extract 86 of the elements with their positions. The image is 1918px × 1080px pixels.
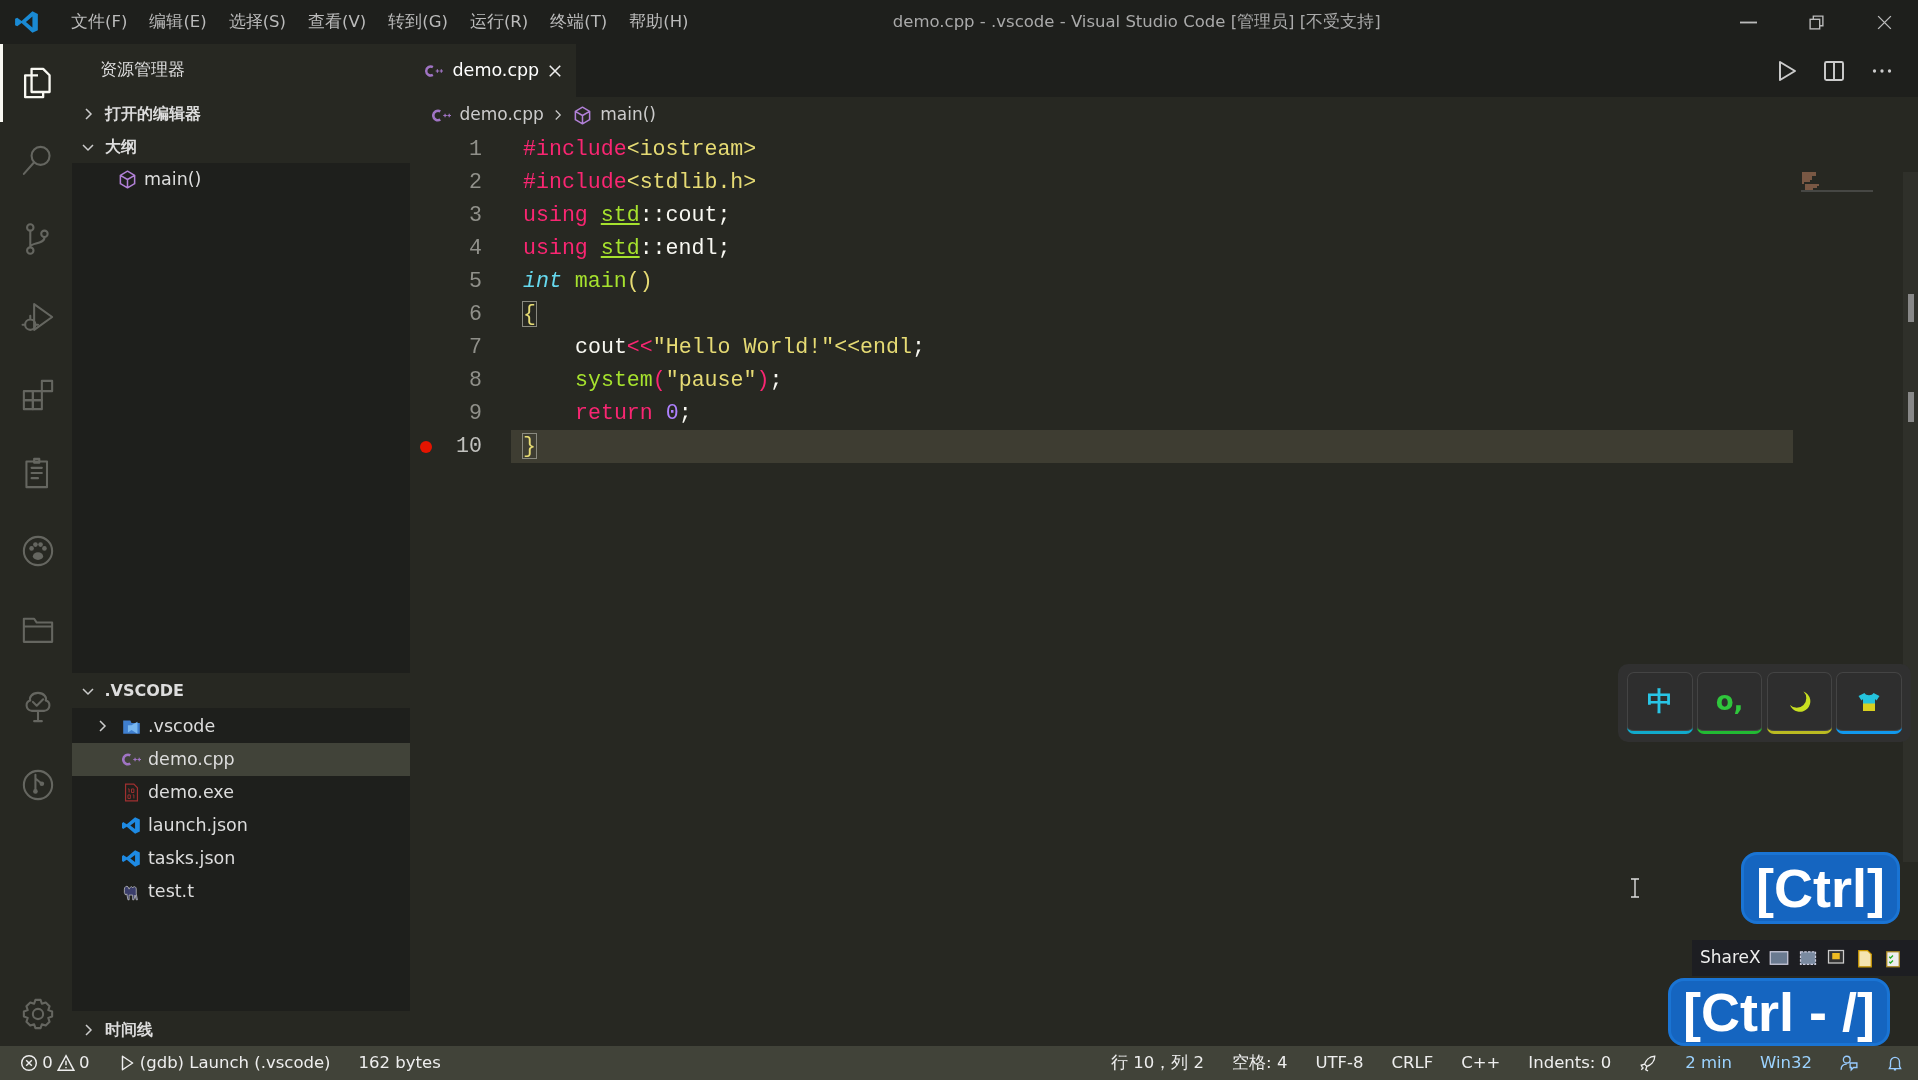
cube-icon xyxy=(572,105,592,125)
code-line: #include<iostream> xyxy=(523,137,757,162)
binary-file-icon xyxy=(122,782,141,802)
ime-key[interactable]: 中 xyxy=(1627,672,1693,734)
section-header[interactable]: 大纲 xyxy=(72,130,410,163)
line-number: 5 xyxy=(468,268,482,296)
text-cursor-icon xyxy=(1629,878,1641,898)
vscode-file-icon xyxy=(122,848,141,868)
rocket-icon xyxy=(1639,1054,1658,1072)
split-editor-icon[interactable] xyxy=(1822,58,1846,83)
code-line: return 0; xyxy=(575,401,692,426)
moon-icon xyxy=(1787,689,1812,714)
line-number: 1 xyxy=(468,136,482,164)
vscode-file-icon xyxy=(122,815,141,835)
screen-capture-icon[interactable] xyxy=(1769,948,1790,968)
keystroke-overlay: [Ctrl] xyxy=(1741,852,1900,924)
ime-key[interactable] xyxy=(1836,672,1902,734)
line-number: 8 xyxy=(468,367,482,395)
breadcrumb-item[interactable]: demo.cpp xyxy=(432,102,544,128)
status-launch-item[interactable]: (gdb) Launch (.vscode) xyxy=(103,1050,345,1076)
cube-icon xyxy=(118,170,137,189)
section-header[interactable]: 打开的编辑器 xyxy=(72,97,410,130)
file-tree-item[interactable]: main() xyxy=(72,163,410,196)
status-item[interactable]: CRLF xyxy=(1377,1050,1448,1076)
menu-item[interactable]: 编辑(E) xyxy=(138,9,218,35)
sidebar-title: 资源管理器 xyxy=(100,59,185,82)
section-header[interactable]: .VSCODE xyxy=(72,674,410,708)
line-number: 7 xyxy=(468,334,482,362)
file-tree-item[interactable]: demo.exe xyxy=(72,775,410,809)
status-item[interactable]: 2 min xyxy=(1671,1050,1746,1076)
scrollbar[interactable] xyxy=(1903,172,1918,862)
ime-key[interactable] xyxy=(1766,672,1833,734)
status-item[interactable]: 空格: 4 xyxy=(1218,1050,1302,1076)
minimap-drawing xyxy=(1801,172,1873,192)
file-tree-item[interactable]: launch.json xyxy=(72,808,410,842)
code-line: } xyxy=(523,434,536,459)
file-tree-item[interactable]: demo.cpp xyxy=(72,742,410,776)
line-number: 4 xyxy=(468,235,482,263)
restore-icon xyxy=(1807,13,1825,31)
code-line: { xyxy=(523,302,536,327)
code-line: using std::endl; xyxy=(523,236,731,261)
status-warnings-item[interactable]: 0 xyxy=(56,1050,104,1076)
menu-item[interactable]: 选择(S) xyxy=(217,9,298,35)
line-number: 2 xyxy=(468,169,482,197)
ime-key[interactable]: o, xyxy=(1696,672,1763,734)
breakpoint-icon xyxy=(419,439,433,454)
menu-item[interactable]: 终端(T) xyxy=(539,9,619,35)
bell-icon xyxy=(1886,1054,1904,1072)
status-item[interactable]: UTF-8 xyxy=(1301,1050,1378,1076)
breadcrumb-item[interactable]: main() xyxy=(572,102,656,128)
line-number: 9 xyxy=(468,400,482,428)
section-header[interactable]: 时间线 xyxy=(72,1013,410,1046)
menu-item[interactable]: 帮助(H) xyxy=(618,9,700,35)
menu-item[interactable]: 运行(R) xyxy=(458,9,540,35)
warning-icon xyxy=(56,1054,75,1072)
status-item[interactable]: 162 bytes xyxy=(344,1050,455,1076)
code-line: using std::cout; xyxy=(523,203,731,228)
person-feedback-icon xyxy=(1840,1054,1858,1072)
file-tree-item[interactable]: tasks.json xyxy=(72,841,410,875)
keystroke-overlay: [Ctrl - /] xyxy=(1668,978,1890,1046)
code-line: system("pause"); xyxy=(575,368,783,393)
close-icon xyxy=(1875,13,1893,31)
window-title: demo.cpp - .vscode - Visual Studio Code [管理员] [不受支持] xyxy=(891,10,1382,33)
editor-tab[interactable]: demo.cpp xyxy=(410,44,576,97)
minimize-icon xyxy=(1739,20,1757,24)
status-errors-item[interactable]: 0 xyxy=(0,1050,57,1076)
code-line: int main() xyxy=(523,269,653,294)
error-icon xyxy=(20,1054,38,1072)
sharex-label: ShareX xyxy=(1700,946,1761,970)
code-line: cout<<"Hello World!"<<endl; xyxy=(575,335,925,360)
status-item[interactable]: 行 10，列 2 xyxy=(1097,1050,1219,1076)
file-tree-item[interactable]: .vscode xyxy=(72,709,410,743)
code-line: #include<stdlib.h> xyxy=(523,170,757,195)
region-capture-icon[interactable] xyxy=(1797,948,1818,968)
close-icon[interactable] xyxy=(547,63,562,78)
line-number: 10 xyxy=(455,433,482,461)
status-item[interactable]: C++ xyxy=(1447,1050,1515,1076)
menu-item[interactable]: 文件(F) xyxy=(60,9,139,35)
menu-item[interactable]: 转到(G) xyxy=(377,9,459,35)
status-item[interactable]: Indents: 0 xyxy=(1514,1050,1626,1076)
line-number: 6 xyxy=(468,301,482,329)
vscode-logo-icon xyxy=(14,9,40,35)
status-item[interactable]: Win32 xyxy=(1746,1050,1826,1076)
file-tree-item[interactable]: test.t xyxy=(72,874,410,908)
menu-item[interactable]: 查看(V) xyxy=(297,9,378,35)
line-number: 3 xyxy=(468,202,482,230)
